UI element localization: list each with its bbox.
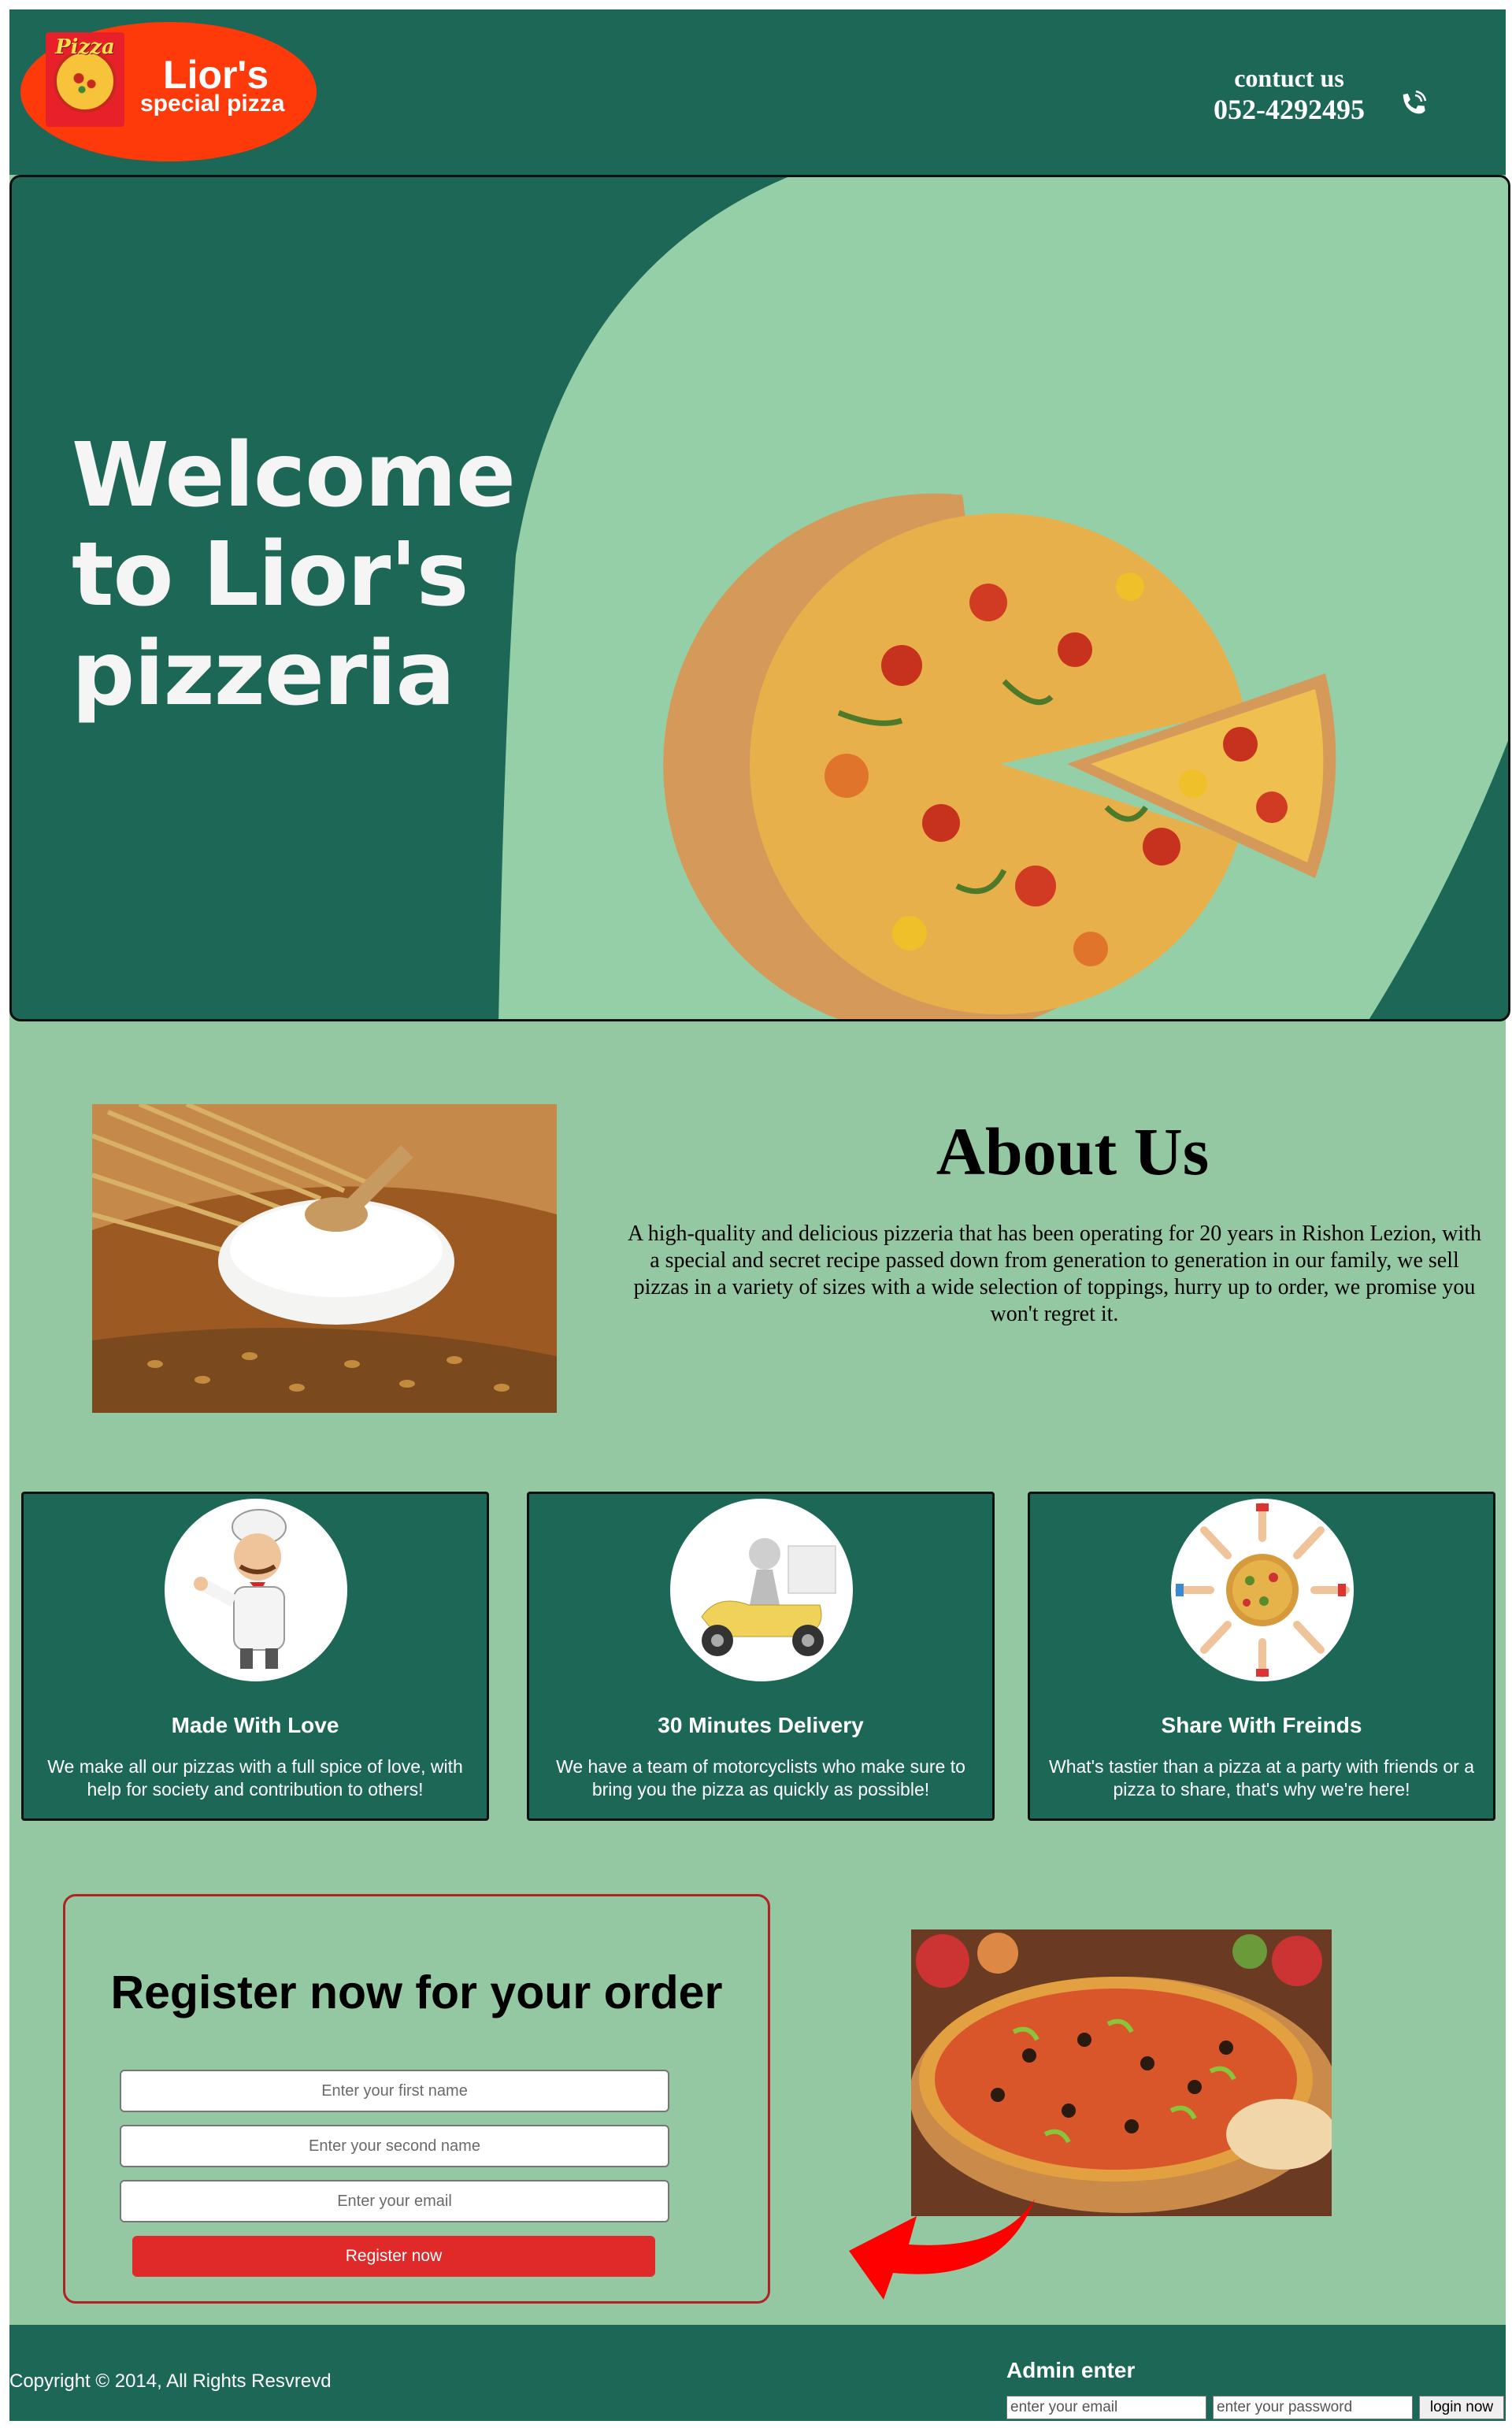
feature-text: We have a team of motorcyclists who make… (556, 1756, 965, 1800)
pizza-disc-graphic (54, 50, 117, 113)
red-arrow-icon (849, 2199, 1035, 2300)
feature-title: Share With Freinds (1161, 1713, 1362, 1737)
feature-card-share: Share With Freinds What's tastier than a… (1028, 1492, 1495, 1821)
admin-email-input[interactable] (1006, 2396, 1206, 2419)
feature-card-delivery: 30 Minutes Delivery We have a team of mo… (527, 1492, 995, 1821)
hero-title: Welcome to Lior's pizzeria (72, 424, 516, 725)
register-form: Register now for your order Register now (63, 1894, 770, 2304)
contact-phone[interactable]: 052-4292495 (1199, 93, 1380, 126)
second-name-input[interactable] (120, 2125, 669, 2167)
contact-label: contuct us (1234, 64, 1344, 92)
feature-text: We make all our pizzas with a full spice… (47, 1756, 463, 1800)
hero-banner: Welcome to Lior's pizzeria (9, 175, 1510, 1021)
logo-badge-text: Pizza (55, 35, 115, 59)
first-name-input[interactable] (120, 2070, 669, 2112)
admin-login-button[interactable]: login now (1419, 2396, 1504, 2419)
feature-card-made-with-love: Made With Love We make all our pizzas wi… (21, 1492, 489, 1821)
site-header: Pizza Lior's special pizza contuct us 05… (9, 9, 1506, 175)
register-button[interactable]: Register now (132, 2236, 655, 2277)
about-title: About Us (936, 1114, 1210, 1189)
feature-title: Made With Love (171, 1713, 339, 1737)
logo-title: Lior's (163, 53, 269, 97)
page: Pizza Lior's special pizza contuct us 05… (9, 9, 1510, 2421)
register-title: Register now for your order (110, 1966, 723, 2018)
site-footer: Copyright © 2014, All Rights Resvrevd Ad… (9, 2325, 1506, 2421)
pizza-photo (911, 1929, 1332, 2216)
delivery-scooter-icon (670, 1499, 853, 1681)
about-text: A high-quality and delicious pizzeria th… (628, 1221, 1481, 1326)
pizza-logo-icon: Pizza (46, 32, 124, 127)
admin-title: Admin enter (1006, 2358, 1136, 2382)
contact-info: contuct us 052-4292495 (1199, 63, 1380, 126)
logo-subtitle: special pizza (140, 91, 285, 117)
email-input[interactable] (120, 2180, 669, 2222)
feature-title: 30 Minutes Delivery (658, 1713, 864, 1737)
feature-text: What's tastier than a pizza at a party w… (1048, 1756, 1475, 1800)
phone-ringing-icon[interactable] (1395, 87, 1430, 121)
admin-password-input[interactable] (1213, 2396, 1413, 2419)
chef-icon (165, 1499, 347, 1681)
wheat-flour-image (92, 1104, 557, 1413)
shared-pizza-icon (1171, 1499, 1354, 1681)
copyright-text: Copyright © 2014, All Rights Resvrevd (9, 2371, 332, 2392)
